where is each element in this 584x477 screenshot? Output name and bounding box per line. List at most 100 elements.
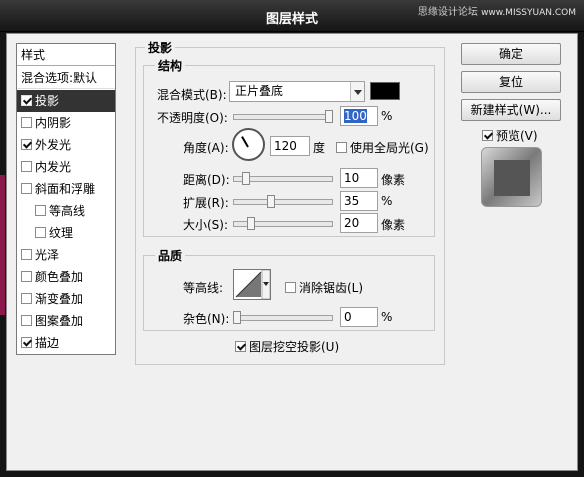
noise-input[interactable]: 0: [340, 307, 378, 327]
style-item-bevel-emboss[interactable]: 斜面和浮雕: [17, 178, 115, 200]
distance-label: 距离(D):: [183, 173, 230, 187]
preview-swatch: [494, 160, 530, 196]
distance-slider[interactable]: [233, 172, 333, 185]
checkbox[interactable]: [21, 271, 32, 282]
style-item-label: 描边: [35, 336, 60, 350]
style-item-label: 投影: [35, 94, 60, 108]
style-preview-thumbnail: [481, 147, 542, 207]
size-slider[interactable]: [233, 217, 333, 230]
style-item-label: 纹理: [49, 226, 74, 240]
background-edge: [0, 175, 5, 315]
style-item-stroke[interactable]: 描边: [17, 332, 115, 354]
chevron-down-icon: [350, 82, 364, 101]
angle-dial[interactable]: [232, 128, 265, 161]
checkbox[interactable]: [21, 315, 32, 326]
knockout-label: 图层挖空投影(U): [249, 340, 340, 354]
global-light-checkbox[interactable]: [336, 142, 347, 153]
quality-title: 品质: [155, 247, 186, 264]
anti-alias-label: 消除锯齿(L): [299, 281, 364, 295]
style-item-label: 斜面和浮雕: [35, 182, 96, 196]
checkbox[interactable]: [21, 117, 32, 128]
noise-unit: %: [381, 310, 393, 324]
style-item-drop-shadow[interactable]: 投影: [17, 90, 115, 112]
angle-hand: [241, 136, 249, 148]
style-list: 样式 混合选项:默认 投影 内阴影 外发光 内发光 斜面和浮雕 等高线 纹理 光…: [16, 43, 116, 355]
style-item-label: 颜色叠加: [35, 270, 84, 284]
blend-mode-label: 混合模式(B):: [157, 88, 227, 102]
checkbox[interactable]: [21, 249, 32, 260]
slider-thumb[interactable]: [247, 217, 255, 230]
style-item-inner-shadow[interactable]: 内阴影: [17, 112, 115, 134]
checkbox[interactable]: [21, 337, 32, 348]
checkbox[interactable]: [21, 95, 32, 106]
style-item-label: 等高线: [49, 204, 86, 218]
dialog-body: 样式 混合选项:默认 投影 内阴影 外发光 内发光 斜面和浮雕 等高线 纹理 光…: [6, 33, 578, 471]
checkbox[interactable]: [21, 183, 32, 194]
spread-label: 扩展(R):: [183, 196, 229, 210]
contour-preview-icon: [235, 269, 271, 300]
blend-mode-value: 正片叠底: [235, 84, 284, 98]
opacity-label: 不透明度(O):: [157, 111, 228, 125]
angle-unit: 度: [313, 141, 326, 155]
angle-input[interactable]: 120: [270, 136, 310, 156]
size-input[interactable]: 20: [340, 213, 378, 233]
opacity-value: 100: [344, 109, 367, 123]
preview-option[interactable]: 预览(V): [482, 127, 538, 144]
contour-picker[interactable]: [233, 269, 271, 300]
knockout-option[interactable]: 图层挖空投影(U): [235, 338, 339, 355]
style-item-texture[interactable]: 纹理: [17, 222, 115, 244]
style-item-contour[interactable]: 等高线: [17, 200, 115, 222]
spread-slider[interactable]: [233, 195, 333, 208]
slider-thumb[interactable]: [267, 195, 275, 208]
preview-checkbox[interactable]: [482, 130, 493, 141]
size-unit: 像素: [381, 218, 406, 232]
opacity-input[interactable]: 100: [340, 106, 378, 126]
size-label: 大小(S):: [183, 218, 229, 232]
anti-alias-checkbox[interactable]: [285, 282, 296, 293]
drop-shadow-title: 投影: [145, 39, 176, 56]
style-item-label: 内阴影: [35, 116, 72, 130]
dialog-window: 图层样式 思缘设计论坛 www.MISSYUAN.COM 样式 混合选项:默认 …: [0, 0, 584, 477]
global-light-option[interactable]: 使用全局光(G): [336, 139, 429, 156]
title-bar[interactable]: 图层样式 思缘设计论坛 www.MISSYUAN.COM: [0, 0, 584, 32]
noise-slider[interactable]: [233, 311, 333, 324]
knockout-checkbox[interactable]: [235, 341, 246, 352]
slider-thumb[interactable]: [233, 311, 241, 324]
opacity-slider[interactable]: [233, 110, 333, 123]
style-item-inner-glow[interactable]: 内发光: [17, 156, 115, 178]
slider-thumb[interactable]: [325, 110, 333, 123]
checkbox[interactable]: [21, 161, 32, 172]
reset-button[interactable]: 复位: [461, 71, 561, 93]
style-item-outer-glow[interactable]: 外发光: [17, 134, 115, 156]
style-item-label: 内发光: [35, 160, 72, 174]
blend-options-item[interactable]: 混合选项:默认: [17, 67, 115, 89]
structure-title: 结构: [155, 57, 186, 74]
slider-thumb[interactable]: [242, 172, 250, 185]
style-item-pattern-overlay[interactable]: 图案叠加: [17, 310, 115, 332]
opacity-unit: %: [381, 109, 393, 123]
style-item-color-overlay[interactable]: 颜色叠加: [17, 266, 115, 288]
watermark-text: 思缘设计论坛: [417, 7, 478, 18]
checkbox[interactable]: [35, 205, 46, 216]
new-style-button[interactable]: 新建样式(W)...: [461, 99, 561, 121]
checkbox[interactable]: [35, 227, 46, 238]
global-light-label: 使用全局光(G): [350, 141, 429, 155]
watermark-url: www.MISSYUAN.COM: [481, 8, 576, 18]
checkbox[interactable]: [21, 293, 32, 304]
style-item-label: 外发光: [35, 138, 72, 152]
anti-alias-option[interactable]: 消除锯齿(L): [285, 279, 363, 296]
style-item-gradient-overlay[interactable]: 渐变叠加: [17, 288, 115, 310]
checkbox[interactable]: [21, 139, 32, 150]
noise-label: 杂色(N):: [183, 312, 230, 326]
spread-input[interactable]: 35: [340, 191, 378, 211]
ok-button[interactable]: 确定: [461, 43, 561, 65]
distance-input[interactable]: 10: [340, 168, 378, 188]
style-item-satin[interactable]: 光泽: [17, 244, 115, 266]
style-list-header: 样式: [17, 44, 115, 66]
shadow-color-swatch[interactable]: [370, 82, 400, 100]
spread-unit: %: [381, 194, 393, 208]
blend-mode-select[interactable]: 正片叠底: [229, 81, 365, 102]
angle-label: 角度(A):: [183, 141, 229, 155]
watermark: 思缘设计论坛 www.MISSYUAN.COM: [418, 3, 576, 18]
style-item-label: 渐变叠加: [35, 292, 84, 306]
